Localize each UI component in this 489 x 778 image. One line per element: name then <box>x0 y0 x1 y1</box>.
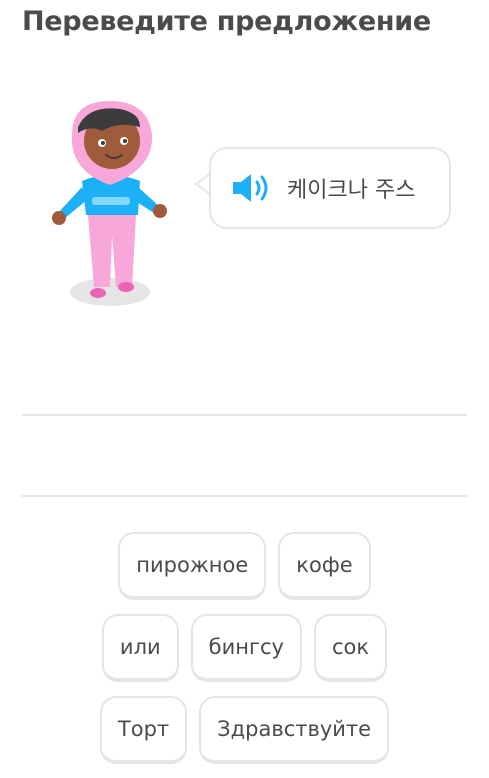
word-chip-pirozhnoe[interactable]: пирожное <box>118 532 267 600</box>
answer-line-1 <box>22 414 467 416</box>
word-chip-zdravstvuyte[interactable]: Здравствуйте <box>199 696 390 764</box>
word-bank-row: пирожное кофе <box>0 532 489 600</box>
prompt-sentence[interactable]: 케이크나 주스 <box>287 172 415 204</box>
word-chip-bingsu[interactable]: бингсу <box>190 614 302 682</box>
word-chip-sok[interactable]: сок <box>313 614 388 682</box>
word-bank-row: Торт Здравствуйте <box>0 696 489 764</box>
word-bank-row: или бингсу сок <box>0 614 489 682</box>
word-chip-kofe[interactable]: кофе <box>278 532 371 600</box>
answer-line-2 <box>22 495 467 497</box>
character-illustration <box>48 95 178 315</box>
page-title: Переведите предложение <box>22 6 431 37</box>
word-bank: пирожное кофе или бингсу сок Торт Здравс… <box>0 532 489 778</box>
word-chip-ili[interactable]: или <box>101 614 179 682</box>
speech-bubble: 케이크나 주스 <box>209 147 451 229</box>
speaker-icon[interactable] <box>231 171 273 205</box>
word-chip-tort[interactable]: Торт <box>99 696 188 764</box>
